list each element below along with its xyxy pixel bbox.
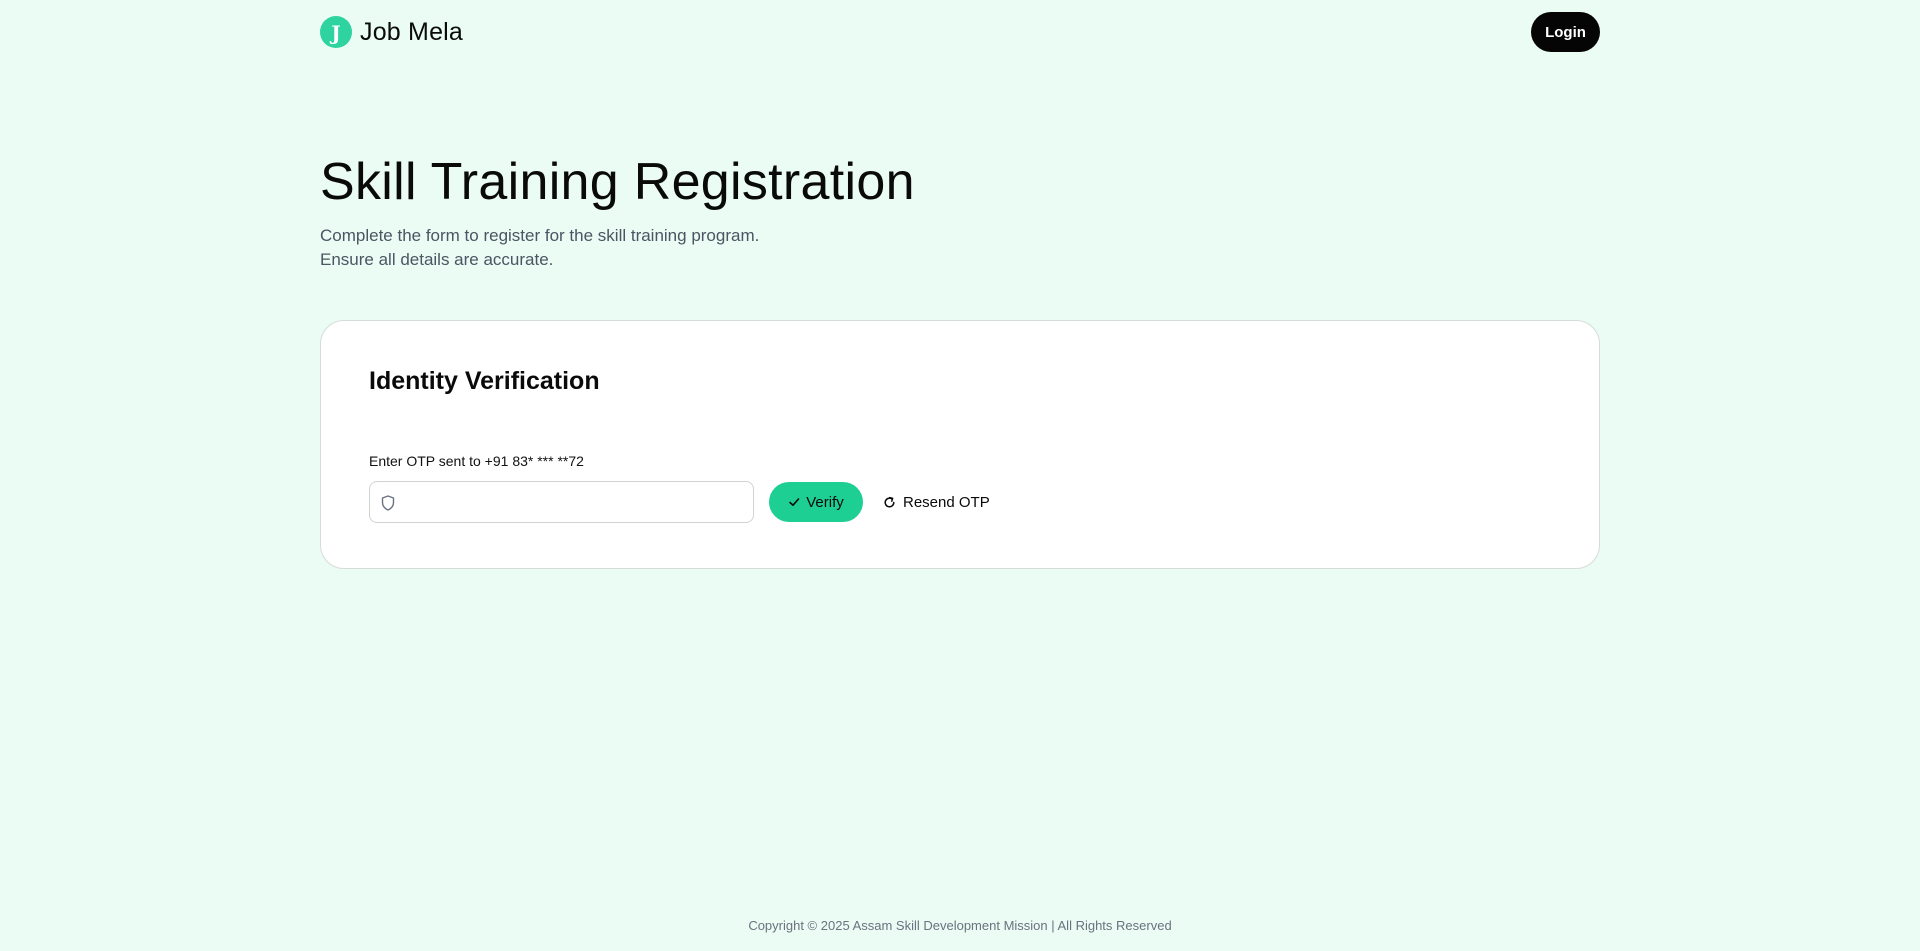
logo-letter: J: [331, 20, 341, 45]
logo: J: [320, 16, 352, 48]
footer-copyright: Copyright © 2025 Assam Skill Development…: [748, 918, 1172, 933]
verify-button[interactable]: Verify: [769, 482, 863, 522]
subtitle-line: Ensure all details are accurate.: [320, 250, 554, 269]
page-subtitle: Complete the form to register for the sk…: [320, 224, 1600, 272]
otp-row: Verify Resend OTP: [369, 481, 990, 524]
shield-icon: [381, 495, 395, 511]
subtitle-line: Complete the form to register for the sk…: [320, 226, 760, 245]
resend-otp-button[interactable]: Resend OTP: [883, 482, 990, 522]
otp-field[interactable]: [369, 481, 754, 524]
verification-card: Identity Verification Enter OTP sent to …: [320, 320, 1600, 569]
check-icon: [788, 496, 800, 508]
resend-label: Resend OTP: [903, 493, 990, 511]
hero: Skill Training Registration Complete the…: [320, 150, 1600, 272]
login-button[interactable]: Login: [1531, 12, 1600, 52]
verify-label: Verify: [806, 493, 844, 511]
card-title: Identity Verification: [369, 367, 600, 395]
page: J Job Mela Login Skill Training Registra…: [0, 0, 1920, 951]
brand[interactable]: J Job Mela: [320, 16, 463, 48]
page-title: Skill Training Registration: [320, 153, 915, 211]
header: J Job Mela Login: [320, 12, 1600, 52]
otp-label: Enter OTP sent to +91 83* *** **72: [369, 453, 584, 469]
brand-name: Job Mela: [360, 17, 464, 46]
refresh-icon: [883, 496, 896, 509]
otp-input[interactable]: [404, 482, 748, 524]
